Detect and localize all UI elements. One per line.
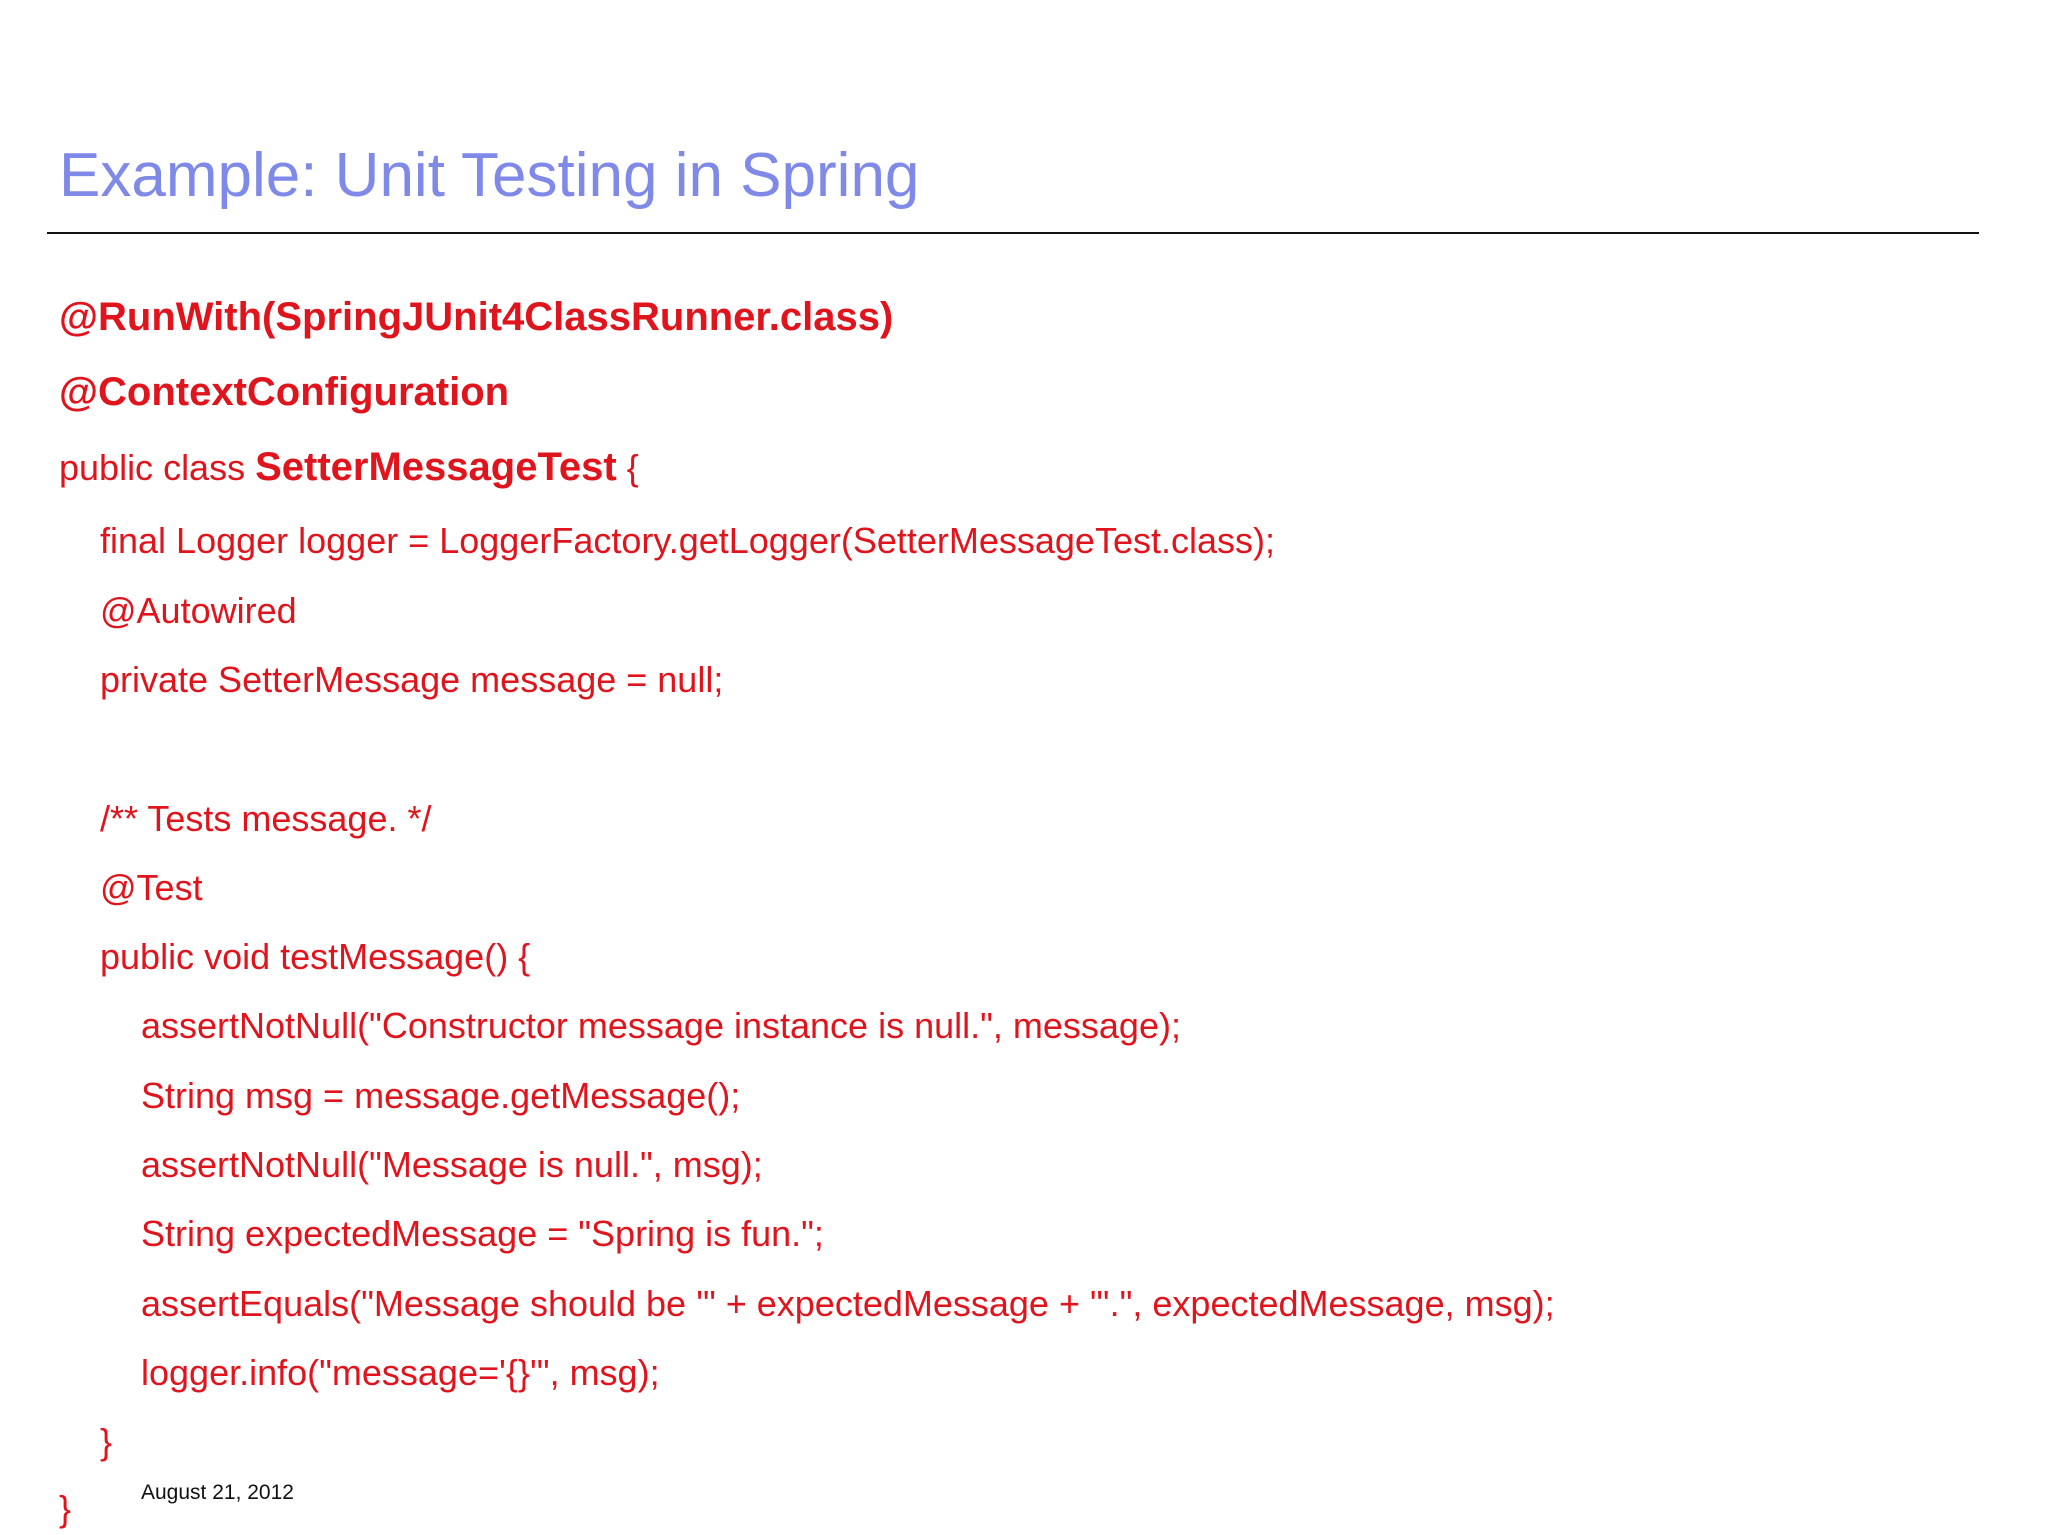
code-line-contextconfiguration-annotation: @ContextConfiguration — [59, 370, 510, 414]
class-declaration-prefix: public class — [59, 447, 256, 488]
code-line-get-message: String msg = message.getMessage(); — [141, 1075, 741, 1116]
code-line-javadoc-comment: /** Tests message. */ — [100, 798, 432, 839]
code-line-assert-not-null-message: assertNotNull("Constructor message insta… — [141, 1005, 1181, 1046]
code-line-assert-not-null-msg: assertNotNull("Message is null.", msg); — [141, 1144, 763, 1185]
code-line-class-closing-brace: } — [59, 1488, 72, 1529]
code-line-method-closing-brace: } — [100, 1421, 113, 1462]
code-line-autowired-annotation: @Autowired — [100, 590, 297, 631]
code-block: @RunWith(SpringJUnit4ClassRunner.class) … — [0, 0, 2048, 1535]
class-name: SetterMessageTest — [255, 445, 617, 489]
code-line-test-method-signature: public void testMessage() { — [100, 936, 531, 977]
code-line-assert-equals: assertEquals("Message should be '" + exp… — [141, 1283, 1555, 1324]
code-line-runwith-annotation: @RunWith(SpringJUnit4ClassRunner.class) — [59, 295, 894, 339]
code-line-logger-info: logger.info("message='{}'", msg); — [141, 1352, 660, 1393]
code-line-test-annotation: @Test — [100, 867, 203, 908]
class-declaration-suffix: { — [616, 447, 639, 488]
code-line-class-declaration: public class SetterMessageTest { — [59, 446, 639, 489]
code-line-message-field: private SetterMessage message = null; — [100, 659, 724, 700]
slide-date: August 21, 2012 — [141, 1481, 294, 1504]
code-line-expected-message: String expectedMessage = "Spring is fun.… — [141, 1213, 824, 1254]
code-line-logger-field: final Logger logger = LoggerFactory.getL… — [100, 520, 1275, 561]
slide: Example: Unit Testing in Spring @RunWith… — [0, 0, 2048, 1535]
